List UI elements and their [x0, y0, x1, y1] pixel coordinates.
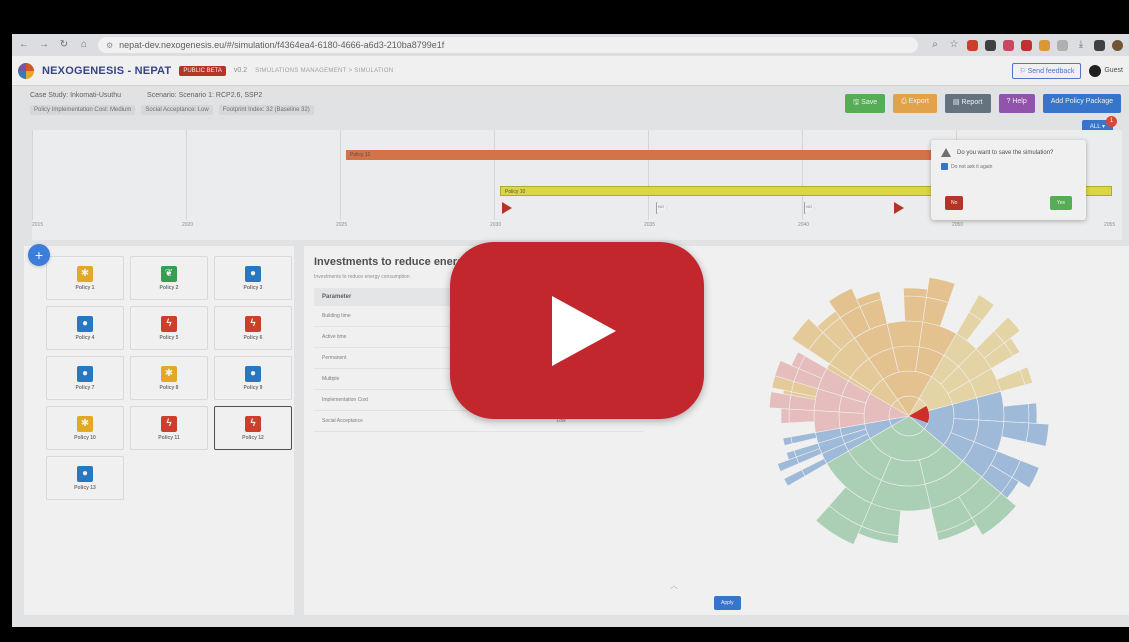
play-icon — [552, 296, 616, 366]
play-button[interactable] — [450, 242, 704, 419]
add-policy-button[interactable]: + — [28, 244, 50, 266]
